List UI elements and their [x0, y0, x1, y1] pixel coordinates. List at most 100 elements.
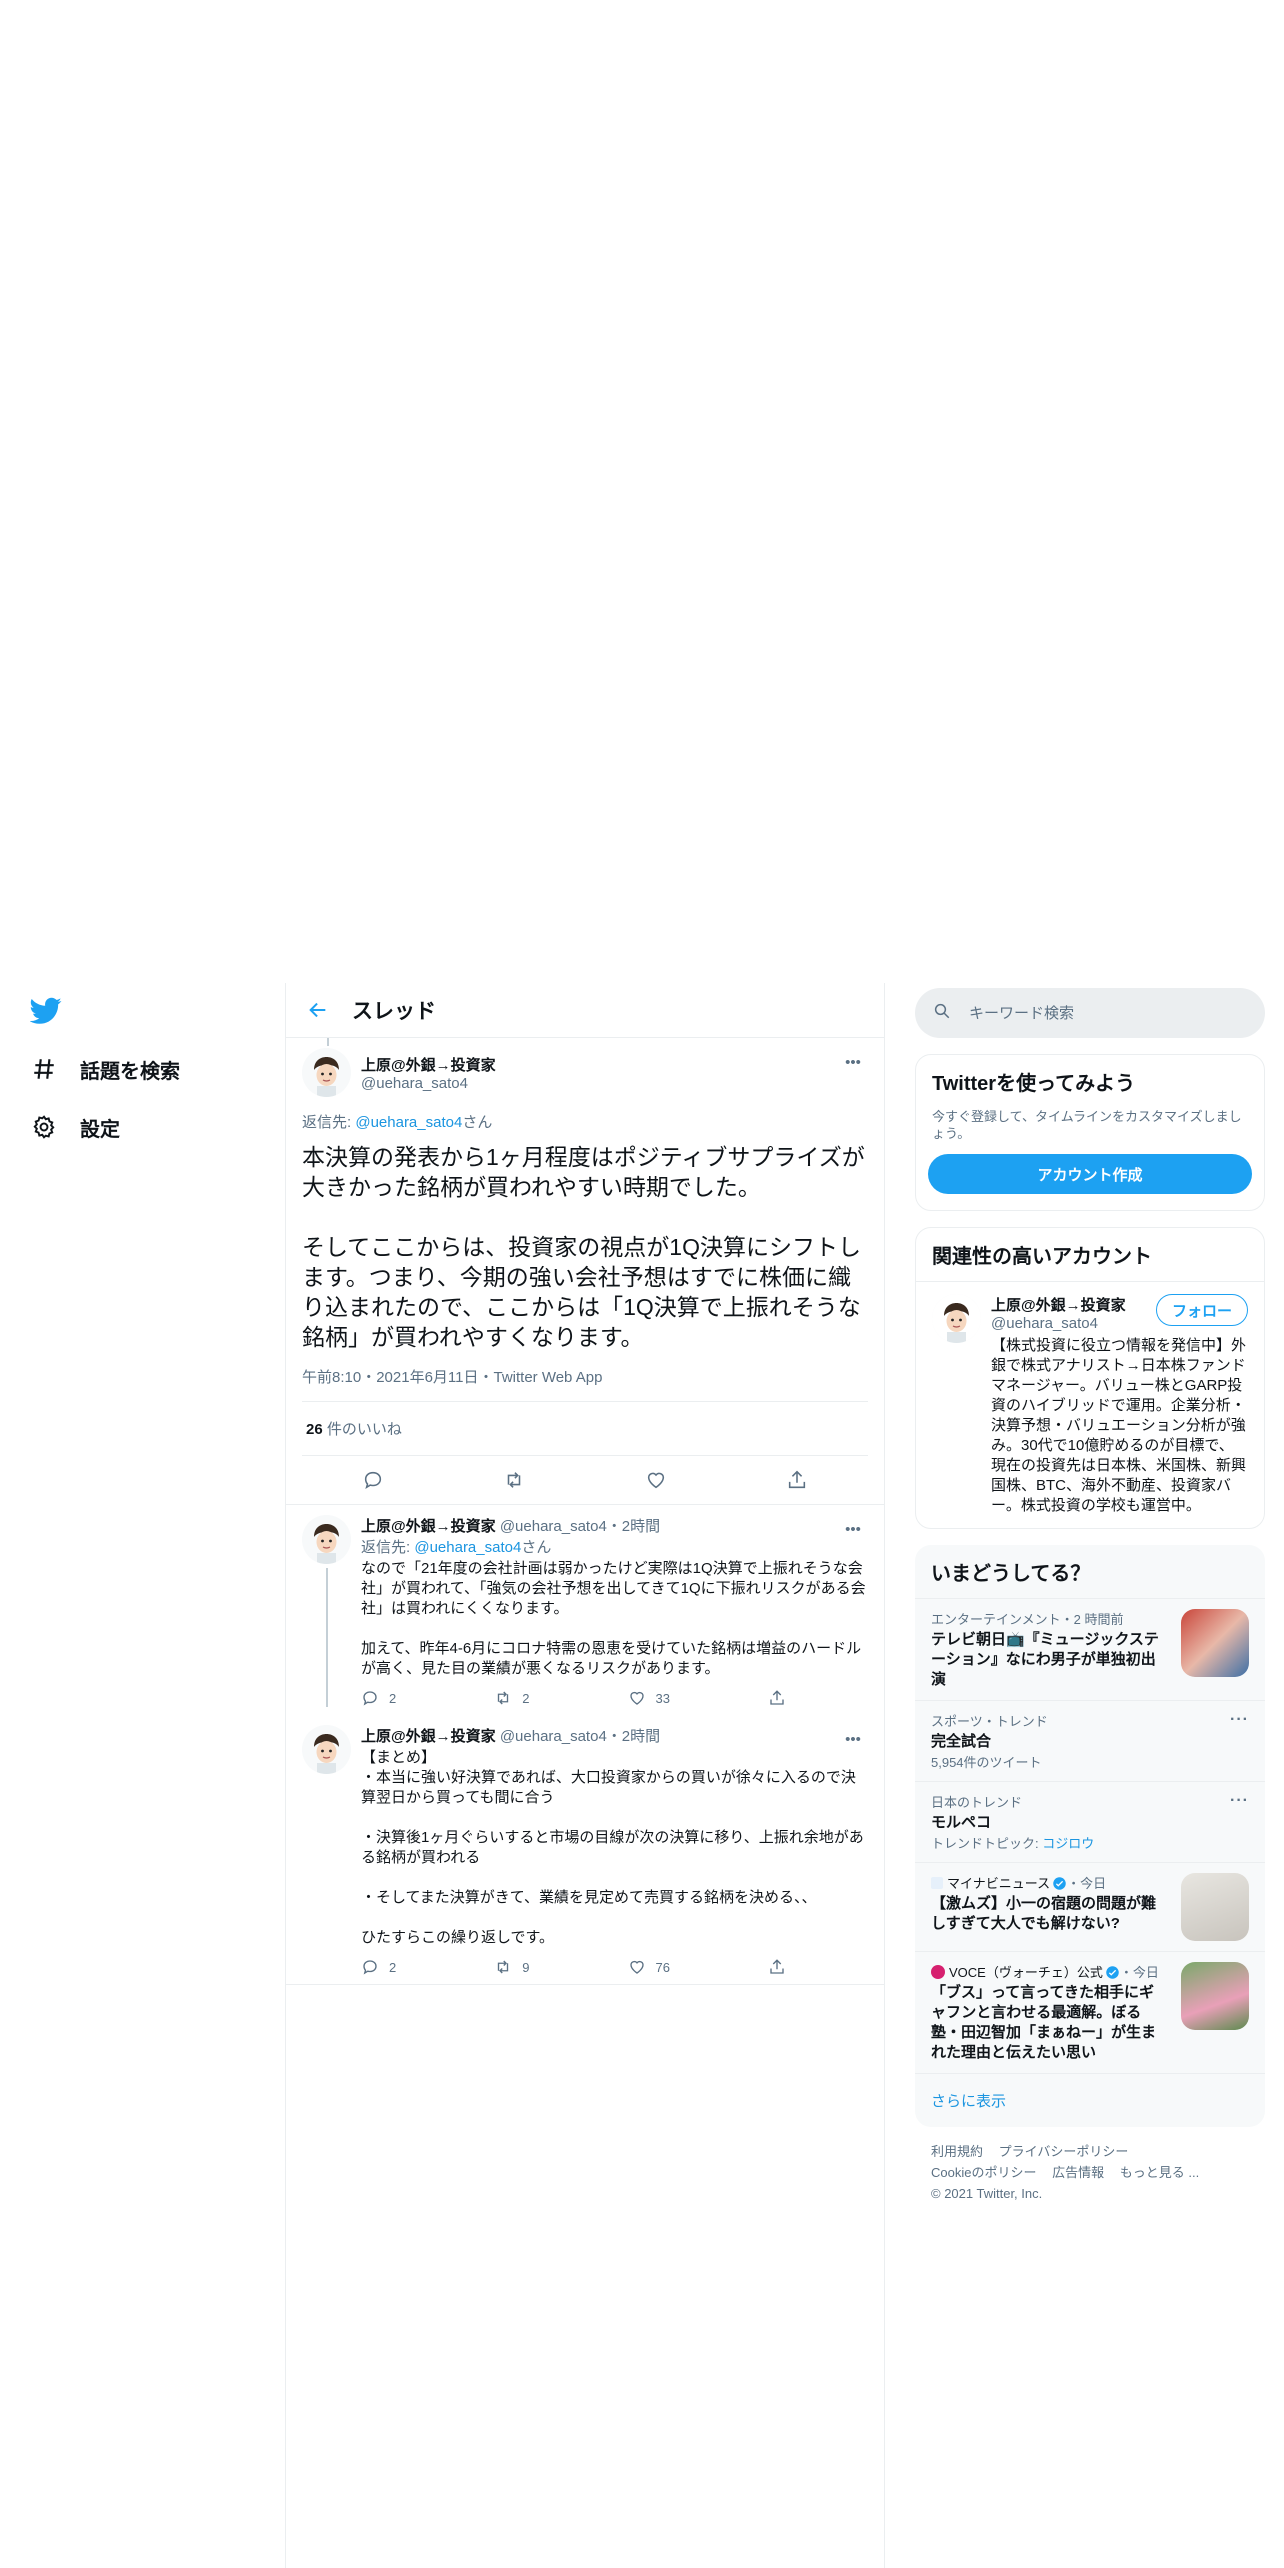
likes-count-row[interactable]: 26 件のいいね	[302, 1402, 868, 1456]
account-card[interactable]: 上原@外銀→投資家 @uehara_sato4 フォロー 【株式投資に役立つ情報…	[916, 1281, 1264, 1528]
replying-to-link[interactable]: @uehara_sato4	[355, 1114, 462, 1131]
search-bar	[915, 988, 1265, 1038]
trend-item[interactable]: マイナビニュース ・今日 【激ムズ】小一の宿題の問題が難しすぎて大人でも解けない?	[915, 1862, 1265, 1951]
replying-to-prefix: 返信先:	[302, 1114, 356, 1131]
like-heart-icon[interactable]	[638, 1462, 674, 1498]
right-sidebar: Twitterを使ってみよう 今すぐ登録して、タイムラインをカスタマイズしましょ…	[915, 983, 1265, 2218]
trend-item[interactable]: VOCE（ヴォーチェ）公式 ・今日 「ブス」って言ってきた相手にギャフンと言わせる…	[915, 1951, 1265, 2073]
create-account-button[interactable]: アカウント作成	[928, 1154, 1252, 1194]
more-options-icon[interactable]: •••	[838, 1517, 868, 1541]
trend-thumbnail	[1181, 1873, 1249, 1941]
hashtag-icon	[30, 1055, 58, 1083]
retweet-count: 2	[522, 1690, 530, 1706]
trend-thumbnail	[1181, 1609, 1249, 1677]
trend-topic: トレンドトピック: コジロウ	[931, 1833, 1094, 1852]
trend-meta: スポーツ・トレンド	[931, 1714, 1048, 1729]
tweet-action-bar: 2 2 33	[361, 1689, 786, 1707]
nav-settings[interactable]: 設定	[30, 1107, 120, 1147]
share-button[interactable]	[768, 1689, 786, 1707]
like-button[interactable]: 76	[628, 1958, 670, 1976]
author-display-name[interactable]: 上原@外銀→投資家	[361, 1054, 496, 1075]
like-button[interactable]: 33	[628, 1689, 670, 1707]
trend-item[interactable]: スポーツ・トレンド 完全試合 5,954件のツイート ···	[915, 1700, 1265, 1781]
like-heart-icon	[629, 1691, 644, 1705]
avatar[interactable]	[932, 1294, 981, 1343]
trend-title: 完全試合	[931, 1733, 992, 1750]
related-accounts-title: 関連性の高いアカウント	[932, 1246, 1152, 1268]
avatar[interactable]	[302, 1048, 351, 1097]
footer-terms-link[interactable]: 利用規約	[931, 2144, 983, 2159]
tweet-time[interactable]: ・2時間	[607, 1728, 660, 1745]
trend-title: モルペコ	[931, 1814, 992, 1831]
author-handle[interactable]: @uehara_sato4	[361, 1075, 496, 1092]
thread-header: スレッド	[286, 983, 884, 1038]
reply-count: 2	[389, 1690, 397, 1706]
more-options-icon[interactable]: ···	[1230, 1792, 1249, 1852]
twitter-logo-icon[interactable]	[29, 997, 62, 1025]
like-heart-icon	[629, 1960, 644, 1974]
reply-count: 2	[389, 1959, 397, 1975]
news-source-logo-icon	[931, 1877, 943, 1889]
signup-subtitle: 今すぐ登録して、タイムラインをカスタマイズしましょう。	[932, 1109, 1242, 1141]
account-handle[interactable]: @uehara_sato4	[991, 1315, 1126, 1332]
show-more-link[interactable]: さらに表示	[915, 2073, 1265, 2127]
trend-item[interactable]: 日本のトレンド モルペコ トレンドトピック: コジロウ ···	[915, 1781, 1265, 1862]
trend-item[interactable]: エンターテインメント・2 時間前 テレビ朝日📺『ミュージックステーション』なにわ…	[915, 1598, 1265, 1700]
retweet-icon[interactable]	[496, 1462, 532, 1498]
replying-to-link[interactable]: @uehara_sato4	[414, 1539, 521, 1556]
nav-explore[interactable]: 話題を検索	[30, 1049, 180, 1089]
share-button[interactable]	[768, 1958, 786, 1976]
share-icon[interactable]	[779, 1462, 815, 1498]
author-display-name[interactable]: 上原@外銀→投資家	[361, 1728, 496, 1745]
footer-cookies-link[interactable]: Cookieのポリシー	[931, 2165, 1036, 2180]
share-icon	[770, 1690, 784, 1705]
more-options-icon[interactable]: •••	[838, 1050, 868, 1074]
footer-more-link[interactable]: もっと見る ...	[1120, 2165, 1199, 2180]
trends-panel: いまどうしてる？ エンターテインメント・2 時間前 テレビ朝日📺『ミュージックス…	[915, 1545, 1265, 2127]
verified-badge-icon	[1053, 1877, 1066, 1890]
more-options-icon[interactable]: •••	[838, 1727, 868, 1751]
trend-tweet-count: 5,954件のツイート	[931, 1755, 1042, 1770]
account-bio: 【株式投資に役立つ情報を発信中】外銀で株式アナリスト→日本株ファンドマネージャー…	[991, 1337, 1247, 1514]
footer-privacy-link[interactable]: プライバシーポリシー	[999, 2144, 1129, 2159]
account-display-name[interactable]: 上原@外銀→投資家	[991, 1294, 1126, 1315]
follow-button[interactable]: フォロー	[1155, 1294, 1248, 1326]
trend-title: テレビ朝日📺『ミュージックステーション』なにわ男子が単独初出演	[931, 1631, 1159, 1688]
author-handle[interactable]: @uehara_sato4	[500, 1518, 607, 1535]
news-source-logo-icon	[931, 1965, 945, 1979]
focus-tweet: 上原@外銀→投資家 @uehara_sato4 ••• 返信先: @uehara…	[286, 1038, 884, 1505]
retweet-icon	[498, 1960, 509, 1974]
thread-line	[325, 1568, 328, 1707]
search-input[interactable]	[969, 1004, 1229, 1022]
retweet-button[interactable]: 9	[494, 1958, 529, 1976]
verified-badge-icon	[1106, 1966, 1119, 1979]
retweet-button[interactable]: 2	[494, 1689, 529, 1707]
trend-source-name: VOCE（ヴォーチェ）公式	[949, 1965, 1103, 1980]
more-options-icon[interactable]: ···	[1230, 1711, 1249, 1771]
avatar[interactable]	[302, 1515, 351, 1564]
reply-tweet[interactable]: 上原@外銀→投資家 @uehara_sato4・2時間 【まとめ】 ・本当に強い…	[286, 1715, 884, 1985]
reply-icon[interactable]	[355, 1462, 391, 1498]
likes-count: 26	[306, 1421, 323, 1438]
gear-icon	[30, 1113, 58, 1141]
page-title: スレッド	[352, 1000, 436, 1023]
author-display-name[interactable]: 上原@外銀→投資家	[361, 1518, 496, 1535]
tweet-timestamp[interactable]: 午前8:10・2021年6月11日・Twitter Web App	[302, 1366, 868, 1402]
reply-icon	[363, 1960, 377, 1975]
trend-source-name: マイナビニュース	[947, 1876, 1051, 1891]
replying-to-suffix: さん	[462, 1114, 493, 1131]
reply-tweet[interactable]: 上原@外銀→投資家 @uehara_sato4・2時間 返信先: @uehara…	[286, 1505, 884, 1715]
author-handle[interactable]: @uehara_sato4	[500, 1728, 607, 1745]
reply-button[interactable]: 2	[361, 1958, 396, 1976]
signup-title: Twitterを使ってみよう	[932, 1073, 1136, 1095]
footer-ads-link[interactable]: 広告情報	[1052, 2165, 1104, 2180]
avatar[interactable]	[302, 1725, 351, 1774]
back-arrow-icon[interactable]	[298, 990, 338, 1030]
reply-button[interactable]: 2	[361, 1689, 396, 1707]
tweet-time[interactable]: ・2時間	[607, 1518, 660, 1535]
main-column: スレッド 上原@外銀→投資家 @uehara_sato4 ••• 返信先: @u…	[285, 983, 885, 2568]
reply-icon	[363, 1691, 377, 1706]
trend-topic-link[interactable]: コジロウ	[1042, 1836, 1094, 1851]
likes-label: 件のいいね	[322, 1421, 402, 1438]
trend-thumbnail	[1181, 1962, 1249, 2030]
